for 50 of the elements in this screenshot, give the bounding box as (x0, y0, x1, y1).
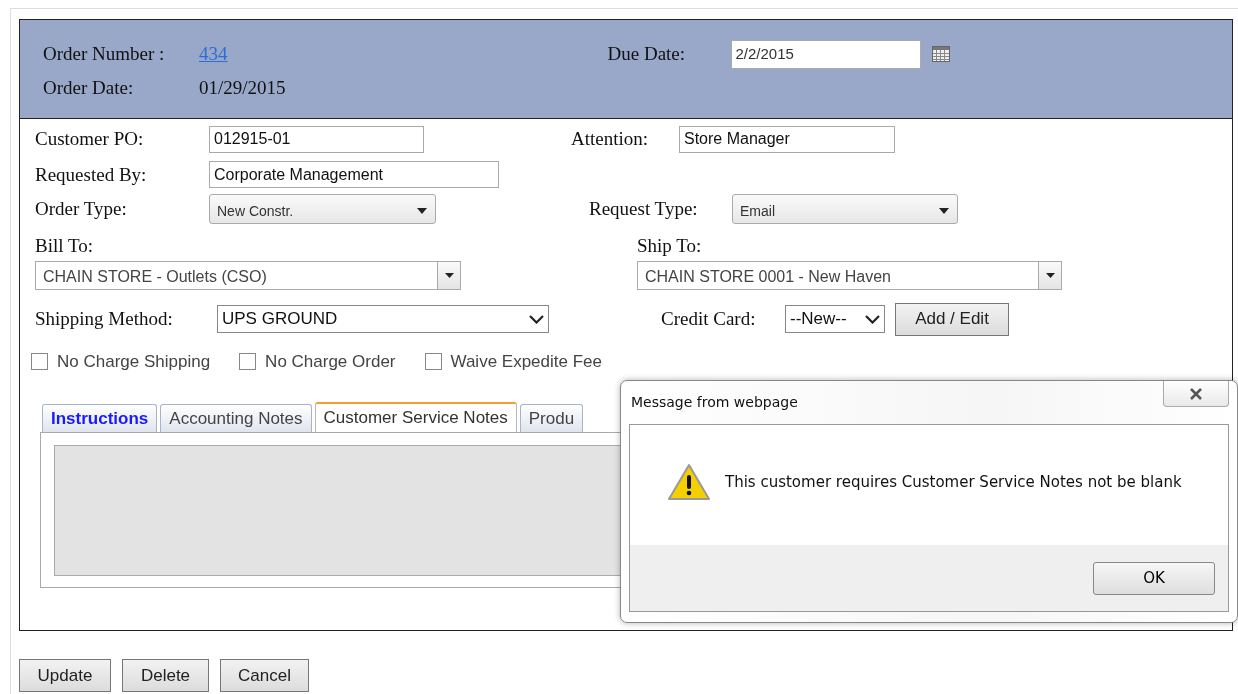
dialog-title: Message from webpage (631, 393, 798, 412)
tab[interactable]: Accounting Notes (160, 404, 312, 432)
request-type-dropdown[interactable]: Email (732, 194, 958, 224)
attention-field[interactable]: Store Manager (679, 125, 895, 153)
ok-button[interactable]: OK (1093, 561, 1215, 595)
shipping-method-label: Shipping Method: (35, 306, 174, 331)
tab[interactable]: Customer Service Notes (314, 402, 517, 432)
checkbox-label: No Charge Shipping (57, 350, 211, 373)
due-date-field[interactable]: 2/2/2015 (730, 39, 921, 69)
bill-to-dropdown[interactable]: CHAIN STORE - Outlets (CSO) (35, 260, 461, 290)
ship-to-label: Ship To: (637, 234, 702, 258)
due-date-label: Due Date: (607, 42, 687, 66)
request-type-label: Request Type: (589, 196, 699, 221)
action-button[interactable]: Update (19, 659, 111, 692)
shipping-method-dropdown[interactable]: UPS GROUND (217, 305, 549, 333)
calendar-icon[interactable] (931, 46, 950, 62)
dialog-message: This customer requires Customer Service Notes not be blank (725, 471, 1182, 493)
order-date-value: 01/29/2015 (199, 77, 286, 98)
caret-icon (939, 208, 949, 214)
requested-by-label: Requested By: (35, 162, 148, 187)
tab[interactable]: Instructions (42, 404, 158, 432)
order-number-label: Order Number : (43, 42, 166, 66)
caret-icon (444, 272, 454, 278)
tab[interactable]: Produ (519, 404, 584, 432)
attention-label: Attention: (571, 127, 650, 151)
order-type-dropdown[interactable]: New Constr. (209, 194, 436, 224)
checkbox-label: Waive Expedite Fee (450, 350, 602, 373)
close-button[interactable] (1163, 381, 1229, 407)
warning-icon (667, 463, 711, 501)
order-type-label: Order Type: (35, 196, 128, 221)
checkbox[interactable] (424, 352, 442, 370)
chevron-icon (865, 314, 880, 324)
checkbox[interactable] (239, 352, 257, 370)
customer-po-field[interactable]: 012915-01 (209, 125, 424, 153)
add-edit-button[interactable]: Add / Edit (895, 302, 1009, 336)
action-button[interactable]: Delete (122, 659, 209, 692)
action-button[interactable]: Cancel (220, 659, 309, 692)
order-date-label: Order Date: (43, 76, 135, 100)
checkbox[interactable] (31, 352, 48, 370)
ship-to-dropdown[interactable]: CHAIN STORE 0001 - New Haven (637, 260, 1062, 290)
close-icon (1189, 387, 1203, 400)
credit-card-label: Credit Card: (661, 306, 757, 331)
caret-icon (1045, 272, 1055, 278)
checkbox-label: No Charge Order (265, 350, 396, 373)
chevron-icon (529, 314, 544, 324)
customer-po-label: Customer PO: (35, 127, 145, 151)
requested-by-field[interactable]: Corporate Management (209, 161, 499, 189)
caret-icon (417, 208, 427, 214)
bill-to-label: Bill To: (35, 234, 94, 258)
credit-card-dropdown[interactable]: --New-- (785, 305, 885, 333)
